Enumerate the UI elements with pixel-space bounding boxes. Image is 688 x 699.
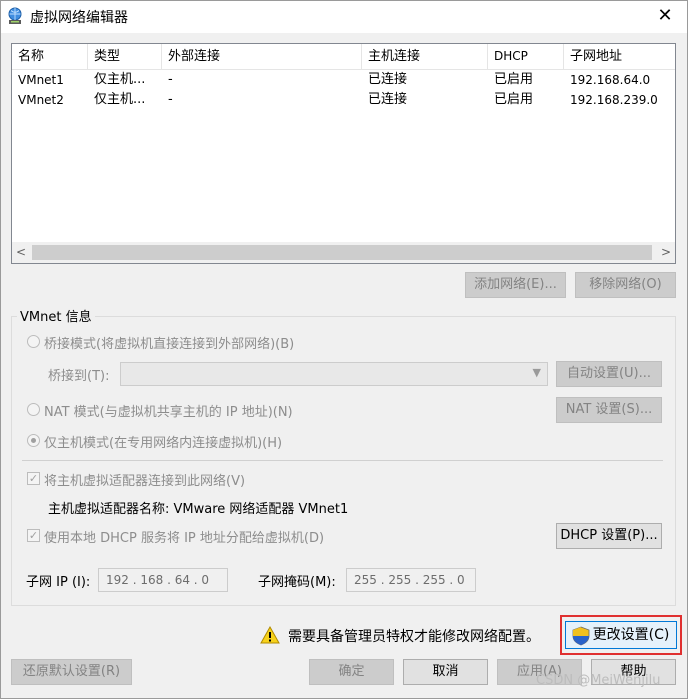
admin-warning-text: 需要具备管理员特权才能修改网络配置。 — [288, 629, 540, 645]
bridged-radio[interactable] — [27, 335, 40, 348]
window-title: 虚拟网络编辑器 — [30, 10, 128, 26]
cell-host: 已连接 — [368, 72, 408, 87]
ok-button[interactable]: 确定 — [309, 659, 394, 685]
add-network-button[interactable]: 添加网络(E)... — [465, 272, 566, 298]
scroll-thumb[interactable] — [32, 245, 652, 260]
column-header-host[interactable]: 主机连接 — [362, 44, 488, 69]
cell-dhcp: 已启用 — [494, 72, 534, 87]
cell-subnet: 192.168.64.0 — [570, 73, 651, 87]
restore-defaults-button[interactable]: 还原默认设置(R) — [11, 659, 132, 685]
network-globe-icon — [6, 7, 24, 25]
nat-label: NAT 模式(与虚拟机共享主机的 IP 地址)(N) — [44, 405, 293, 420]
cell-name: VMnet1 — [18, 73, 64, 87]
cell-type: 仅主机... — [94, 72, 146, 87]
host-only-label: 仅主机模式(在专用网络内连接虚拟机)(H) — [44, 436, 283, 451]
cell-host: 已连接 — [368, 92, 408, 107]
column-header-type[interactable]: 类型 — [88, 44, 162, 69]
cell-name: VMnet2 — [18, 93, 64, 107]
bridged-label: 桥接模式(将虚拟机直接连接到外部网络)(B) — [44, 337, 295, 352]
remove-network-button[interactable]: 移除网络(O) — [575, 272, 676, 298]
host-only-radio[interactable] — [27, 434, 40, 447]
cell-external: - — [168, 72, 173, 87]
close-button[interactable]: ✕ — [652, 4, 678, 28]
auto-settings-button[interactable]: 自动设置(U)... — [556, 361, 662, 387]
subnet-mask-label: 子网掩码(M): — [258, 575, 336, 590]
warning-icon — [260, 625, 280, 644]
nat-radio[interactable] — [27, 403, 40, 416]
divider — [22, 460, 663, 461]
bridge-to-label: 桥接到(T): — [48, 369, 110, 384]
column-header-subnet[interactable]: 子网地址 — [564, 44, 675, 69]
connect-adapter-checkbox[interactable]: ✓ — [27, 472, 40, 485]
subnet-ip-field[interactable]: 192 . 168 . 64 . 0 — [98, 568, 228, 592]
table-row[interactable]: VMnet2 仅主机... - 已连接 已启用 192.168.239.0 — [12, 90, 675, 110]
vmnet-info-group — [11, 316, 676, 606]
scroll-right-arrow[interactable]: > — [657, 242, 675, 263]
cell-dhcp: 已启用 — [494, 92, 534, 107]
adapter-name-text: 主机虚拟适配器名称: VMware 网络适配器 VMnet1 — [48, 502, 349, 517]
uac-shield-icon — [572, 626, 590, 646]
subnet-mask-field[interactable]: 255 . 255 . 255 . 0 — [346, 568, 476, 592]
use-dhcp-label: 使用本地 DHCP 服务将 IP 地址分配给虚拟机(D) — [44, 531, 325, 546]
bridge-to-select[interactable]: ▼ — [120, 362, 548, 386]
cancel-button[interactable]: 取消 — [403, 659, 488, 685]
vmnet-info-label: VMnet 信息 — [17, 306, 95, 325]
cell-subnet: 192.168.239.0 — [570, 93, 658, 107]
column-header-external[interactable]: 外部连接 — [162, 44, 362, 69]
nat-settings-button[interactable]: NAT 设置(S)... — [556, 397, 662, 423]
horizontal-scrollbar[interactable]: < > — [12, 242, 675, 263]
list-header: 名称 类型 外部连接 主机连接 DHCP 子网地址 — [12, 44, 675, 70]
cell-external: - — [168, 92, 173, 107]
subnet-ip-label: 子网 IP (I): — [26, 575, 91, 590]
chevron-down-icon: ▼ — [532, 366, 541, 379]
connect-adapter-label: 将主机虚拟适配器连接到此网络(V) — [44, 474, 246, 489]
column-header-name[interactable]: 名称 — [12, 44, 88, 69]
scroll-left-arrow[interactable]: < — [12, 242, 30, 263]
network-list[interactable]: 名称 类型 外部连接 主机连接 DHCP 子网地址 VMnet1 仅主机... … — [11, 43, 676, 264]
dhcp-settings-button[interactable]: DHCP 设置(P)... — [556, 523, 662, 549]
column-header-dhcp[interactable]: DHCP — [488, 44, 564, 69]
use-dhcp-checkbox[interactable]: ✓ — [27, 529, 40, 542]
cell-type: 仅主机... — [94, 92, 146, 107]
table-row[interactable]: VMnet1 仅主机... - 已连接 已启用 192.168.64.0 — [12, 70, 675, 90]
watermark-text: CSDN @MeiWenjilu — [536, 673, 661, 688]
